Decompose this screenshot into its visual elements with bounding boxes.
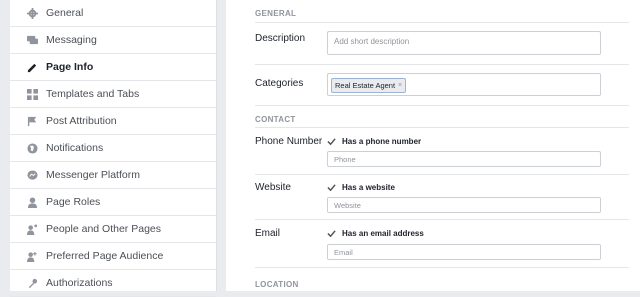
sidebar-item-label: General [46, 7, 84, 19]
checkmark-icon[interactable] [327, 229, 336, 238]
general-heading: GENERAL [255, 9, 297, 18]
website-label: Website [255, 182, 291, 193]
website-input[interactable]: Website [327, 197, 601, 213]
description-input[interactable]: Add short description [327, 31, 601, 55]
email-input[interactable]: Email [327, 244, 601, 260]
checkmark-icon[interactable] [327, 183, 336, 192]
sidebar-item-label: Templates and Tabs [46, 88, 140, 100]
sidebar-item-templates-and-tabs[interactable]: Templates and Tabs [10, 81, 216, 108]
pencil-icon [26, 61, 38, 73]
divider [255, 127, 629, 128]
phone-placeholder: Phone [334, 155, 356, 164]
audience-icon [26, 250, 38, 262]
remove-tag-icon[interactable]: × [398, 82, 402, 89]
checkmark-icon[interactable] [327, 137, 336, 146]
divider [255, 64, 629, 65]
categories-label: Categories [255, 78, 304, 89]
sidebar-item-authorizations[interactable]: Authorizations [10, 270, 216, 297]
settings-sidebar: General Messaging Page Info Templates an… [10, 0, 217, 297]
wrench-icon [26, 277, 38, 289]
contact-heading: CONTACT [255, 115, 296, 124]
flag-icon [26, 115, 38, 127]
category-tag-label: Real Estate Agent [335, 81, 396, 90]
sidebar-item-post-attribution[interactable]: Post Attribution [10, 108, 216, 135]
email-checkbox-row[interactable]: Has an email address [327, 229, 424, 238]
sidebar-item-notifications[interactable]: Notifications [10, 135, 216, 162]
description-label: Description [255, 33, 306, 44]
divider [255, 105, 629, 106]
page-info-panel: GENERAL Description Add short descriptio… [226, 0, 640, 291]
sidebar-item-messaging[interactable]: Messaging [10, 27, 216, 54]
chat-bubble-icon [26, 34, 38, 46]
divider [255, 267, 629, 268]
website-checkbox-row[interactable]: Has a website [327, 183, 395, 192]
website-checkbox-label: Has a website [342, 183, 395, 192]
website-placeholder: Website [334, 201, 361, 210]
sidebar-item-page-info[interactable]: Page Info [10, 54, 216, 81]
email-label: Email [255, 228, 281, 239]
phone-input[interactable]: Phone [327, 151, 601, 167]
sidebar-item-people-and-other-pages[interactable]: People and Other Pages [10, 216, 216, 243]
sidebar-item-label: Page Roles [46, 196, 101, 208]
divider [255, 174, 629, 175]
phone-checkbox-label: Has a phone number [342, 137, 422, 146]
email-placeholder: Email [334, 248, 353, 257]
sidebar-item-label: People and Other Pages [46, 223, 161, 235]
people-icon [26, 223, 38, 235]
sidebar-item-label: Notifications [46, 142, 104, 154]
sidebar-item-label: Authorizations [46, 277, 113, 289]
grid-icon [26, 88, 38, 100]
phone-number-label: Phone Number [255, 136, 323, 147]
gear-icon [26, 7, 38, 19]
sidebar-item-general[interactable]: General [10, 0, 216, 27]
sidebar-item-label: Messaging [46, 34, 97, 46]
person-icon [26, 196, 38, 208]
location-heading: LOCATION [255, 280, 299, 289]
sidebar-item-messenger-platform[interactable]: Messenger Platform [10, 162, 216, 189]
sidebar-item-preferred-page-audience[interactable]: Preferred Page Audience [10, 243, 216, 270]
globe-icon [26, 142, 38, 154]
messenger-icon [26, 169, 38, 181]
sidebar-item-label: Messenger Platform [46, 169, 140, 181]
sidebar-item-label: Page Info [46, 61, 94, 73]
sidebar-item-label: Preferred Page Audience [46, 250, 164, 262]
sidebar-item-label: Post Attribution [46, 115, 117, 127]
email-checkbox-label: Has an email address [342, 229, 424, 238]
divider [255, 219, 629, 220]
sidebar-item-page-roles[interactable]: Page Roles [10, 189, 216, 216]
description-placeholder: Add short description [334, 37, 410, 46]
category-tag: Real Estate Agent × [331, 78, 407, 93]
divider [255, 22, 629, 23]
phone-checkbox-row[interactable]: Has a phone number [327, 137, 421, 146]
